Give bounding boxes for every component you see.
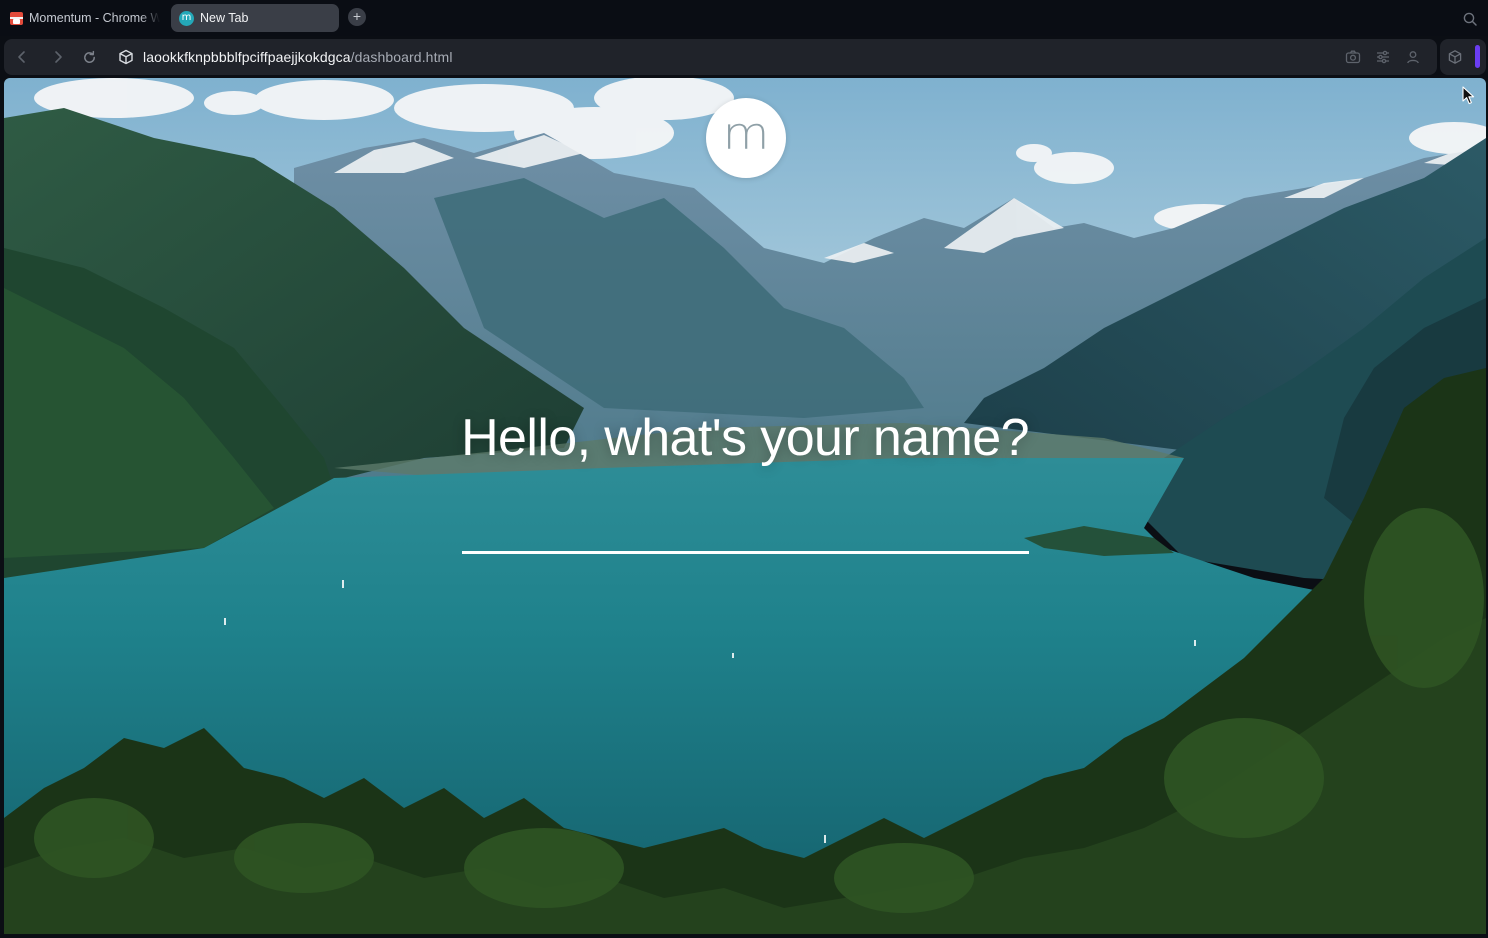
reload-icon: [83, 50, 95, 63]
greeting-heading: Hello, what's your name?: [461, 409, 1029, 467]
tab-title: New Tab: [200, 11, 249, 25]
mouse-cursor-icon: [1462, 86, 1475, 105]
momentum-logo[interactable]: m: [706, 98, 786, 178]
logo-letter: m: [722, 108, 770, 160]
store-favicon-icon: [10, 11, 23, 25]
page-viewport: m Hello, what's your name?: [4, 78, 1486, 934]
extension-page-icon[interactable]: [118, 49, 134, 65]
tab-strip: Momentum - Chrome Web Store m New Tab +: [0, 0, 1488, 36]
cube-icon: [1448, 50, 1462, 64]
new-tab-button[interactable]: +: [348, 8, 366, 26]
screenshot-button[interactable]: [1344, 48, 1362, 66]
customize-button[interactable]: [1374, 48, 1392, 66]
forward-icon: [55, 51, 62, 63]
name-input[interactable]: [462, 536, 1029, 554]
url-path: /dashboard.html: [350, 49, 453, 65]
extensions-button[interactable]: [1446, 48, 1464, 66]
camera-icon: [1345, 50, 1361, 64]
search-tabs-icon[interactable]: [1462, 11, 1478, 27]
profile-icon: [1407, 51, 1419, 64]
address-toolbar: laookkfknpbbblfpciffpaejjkokdgca/dashboa…: [4, 39, 1437, 75]
address-bar[interactable]: laookkfknpbbblfpciffpaejjkokdgca/dashboa…: [143, 49, 453, 65]
reload-button[interactable]: [80, 48, 98, 66]
tab-new-tab[interactable]: m New Tab: [171, 4, 339, 32]
url-host: laookkfknpbbblfpciffpaejjkokdgca: [143, 49, 351, 65]
tab-title: Momentum - Chrome Web Store: [29, 11, 160, 25]
tab-momentum-store[interactable]: Momentum - Chrome Web Store: [2, 4, 168, 32]
sidebar-accent-indicator[interactable]: [1475, 45, 1480, 68]
sliders-icon: [1377, 50, 1389, 64]
profile-button[interactable]: [1404, 48, 1422, 66]
forward-button[interactable]: [49, 48, 67, 66]
back-button[interactable]: [13, 48, 31, 66]
background-landscape-image: [4, 78, 1486, 934]
back-icon: [18, 51, 25, 63]
momentum-favicon-icon: m: [179, 10, 194, 26]
